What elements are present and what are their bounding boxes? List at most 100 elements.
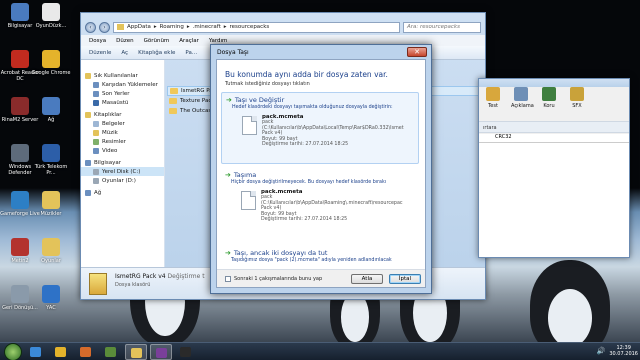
clock[interactable]: 12:39 30.07.2016 bbox=[609, 345, 638, 357]
desktop-icon[interactable]: Müzikler bbox=[31, 191, 71, 217]
add-to-library-button[interactable]: Kitaplığa ekle bbox=[138, 50, 175, 56]
nav-item[interactable]: Oyunlar (D:) bbox=[81, 176, 164, 185]
share-button[interactable]: Pa... bbox=[185, 50, 197, 56]
media-icon bbox=[80, 346, 91, 357]
nav-item[interactable]: Ağ bbox=[81, 188, 164, 197]
menu-help[interactable]: Yardım bbox=[209, 38, 228, 44]
menu-edit[interactable]: Düzen bbox=[116, 38, 133, 44]
ie-icon bbox=[30, 346, 41, 357]
column-crc32[interactable]: CRC32 bbox=[489, 134, 512, 142]
desktop-icon[interactable]: OyunDüzk... bbox=[31, 3, 71, 29]
tool-label: SFX bbox=[572, 103, 582, 109]
close-button[interactable]: ✕ bbox=[407, 47, 427, 57]
minecraft-icon bbox=[105, 346, 116, 357]
desktop-icon[interactable]: Google Chrome bbox=[31, 50, 71, 76]
nav-item[interactable]: Belgeler bbox=[81, 119, 164, 128]
app-icon bbox=[42, 50, 60, 68]
option-move-keep-both[interactable]: ➔ Taşı, ancak iki dosyayı da tut Taşıdığı… bbox=[221, 246, 419, 268]
nav-item[interactable]: Sık Kullanılanlar bbox=[81, 71, 164, 80]
winrar-icon bbox=[156, 347, 167, 358]
organize-button[interactable]: Düzenle bbox=[89, 50, 111, 56]
tool-icon bbox=[514, 87, 528, 101]
nav-item-label: Bilgisayar bbox=[94, 159, 121, 166]
app-icon bbox=[11, 97, 29, 115]
menu-view[interactable]: Görünüm bbox=[144, 38, 170, 44]
desktop-icon[interactable]: Ağ bbox=[31, 97, 71, 123]
taskbar-button-cmd[interactable] bbox=[175, 344, 197, 360]
desktop-icon-label: OyunDüzk... bbox=[35, 23, 67, 29]
nav-item-label: Yerel Disk (C:) bbox=[102, 168, 141, 175]
desktop-icon-label: Google Chrome bbox=[31, 70, 71, 76]
nav-item[interactable]: Kitaplıklar bbox=[81, 110, 164, 119]
chrome-icon bbox=[55, 346, 66, 357]
desktop-icon-label: Ağ bbox=[47, 117, 55, 123]
desktop-icon[interactable]: YAC bbox=[31, 285, 71, 311]
desktop-icon[interactable]: Türk Telekom Pr... bbox=[31, 144, 71, 176]
breadcrumb-item[interactable]: resourcepacks bbox=[230, 24, 270, 30]
option-dont-move[interactable]: ➔ Taşıma Hiçbir dosya değiştirilmeyecek. … bbox=[221, 168, 419, 240]
winrar-tool-button[interactable]: Test bbox=[483, 87, 503, 119]
cancel-button[interactable]: İptal bbox=[389, 274, 421, 284]
address-bar[interactable]: AppData ▸ Roaming ▸ .minecraft ▸ resourcepa… bbox=[113, 21, 400, 33]
apply-to-all-checkbox[interactable]: Sonraki 1 çakışmalarında bunu yap bbox=[225, 276, 322, 282]
skip-button[interactable]: Atla bbox=[351, 274, 383, 284]
taskbar-button-ie[interactable] bbox=[25, 344, 47, 360]
option-description: Hiçbir dosya değiştirilmeyecek. Bu dosya… bbox=[231, 180, 387, 185]
folder-icon bbox=[169, 98, 177, 104]
breadcrumb-item[interactable]: AppData bbox=[127, 24, 151, 30]
desktop-icon[interactable]: Oyunlar bbox=[31, 238, 71, 264]
winrar-tool-button[interactable]: Açıklama bbox=[511, 87, 534, 119]
search-input[interactable]: Ara: resourcepacks bbox=[403, 21, 481, 33]
address-row: ‹ › AppData ▸ Roaming ▸ .minecraft ▸ resour… bbox=[81, 13, 485, 35]
taskbar-button-minecraft[interactable] bbox=[100, 344, 122, 360]
menu-file[interactable]: Dosya bbox=[89, 38, 106, 44]
menu-tools[interactable]: Araçlar bbox=[179, 38, 199, 44]
winrar-tool-button[interactable]: Koru bbox=[539, 87, 559, 119]
file-modified: Değiştirme tarihi: 27.07.2014 18:25 bbox=[261, 217, 348, 223]
app-icon bbox=[42, 3, 60, 21]
winrar-tool-button[interactable]: SFX bbox=[567, 87, 587, 119]
nav-item[interactable]: Video bbox=[81, 146, 164, 155]
breadcrumb-item[interactable]: Roaming bbox=[160, 24, 184, 30]
taskbar-button-chrome[interactable] bbox=[50, 344, 72, 360]
option-description: Taşıdığımız dosya "pack (2).mcmeta" adıy… bbox=[231, 258, 392, 263]
option-move-and-replace[interactable]: ➔ Taşı ve Değiştir Hedef klasördeki dosya… bbox=[221, 92, 419, 164]
taskbar-button-media[interactable] bbox=[75, 344, 97, 360]
volume-icon[interactable]: 🔊 bbox=[597, 347, 606, 355]
checkbox-box[interactable] bbox=[225, 276, 231, 282]
nav-item-icon bbox=[93, 147, 99, 154]
app-icon bbox=[11, 3, 29, 21]
open-button[interactable]: Aç bbox=[121, 50, 128, 56]
nav-item[interactable]: Yerel Disk (C:) bbox=[81, 167, 164, 176]
app-icon bbox=[42, 238, 60, 256]
app-icon bbox=[42, 97, 60, 115]
nav-item-icon bbox=[93, 120, 99, 127]
nav-item[interactable]: Karşıdan Yüklemeler bbox=[81, 80, 164, 89]
nav-item[interactable]: Bilgisayar bbox=[81, 158, 164, 167]
file-icon bbox=[242, 116, 257, 135]
forward-button[interactable]: › bbox=[99, 21, 110, 33]
taskbar-button-explorer[interactable] bbox=[125, 343, 147, 360]
taskbar-button-winrar[interactable] bbox=[150, 343, 172, 360]
app-icon bbox=[42, 285, 60, 303]
start-button[interactable] bbox=[4, 342, 22, 360]
dialog-title: Dosya Taşı bbox=[217, 49, 249, 56]
nav-item[interactable]: Son Yerler bbox=[81, 89, 164, 98]
nav-item-icon bbox=[85, 72, 91, 79]
move-file-dialog[interactable]: Dosya Taşı ✕ Bu konumda aynı adda bir do… bbox=[210, 44, 432, 294]
breadcrumb-item[interactable]: .minecraft bbox=[193, 24, 221, 30]
arrow-right-icon: ➔ bbox=[225, 171, 231, 179]
details-type: Dosya klasörü bbox=[115, 282, 151, 288]
tool-icon bbox=[542, 87, 556, 101]
winrar-window[interactable]: Test Açıklama Koru SFX ırtara CRC32 bbox=[478, 78, 630, 258]
nav-item[interactable]: Resimler bbox=[81, 137, 164, 146]
nav-item-icon bbox=[93, 168, 99, 175]
winrar-path: ırtara bbox=[479, 121, 629, 133]
details-name: IsmetRG Pack v4 bbox=[115, 273, 166, 280]
clock-date: 30.07.2016 bbox=[609, 351, 638, 357]
checkbox-label: Sonraki 1 çakışmalarında bunu yap bbox=[234, 276, 323, 282]
back-button[interactable]: ‹ bbox=[85, 21, 96, 33]
nav-item[interactable]: Müzik bbox=[81, 128, 164, 137]
nav-item-icon bbox=[85, 159, 91, 166]
nav-item[interactable]: Masaüstü bbox=[81, 98, 164, 107]
